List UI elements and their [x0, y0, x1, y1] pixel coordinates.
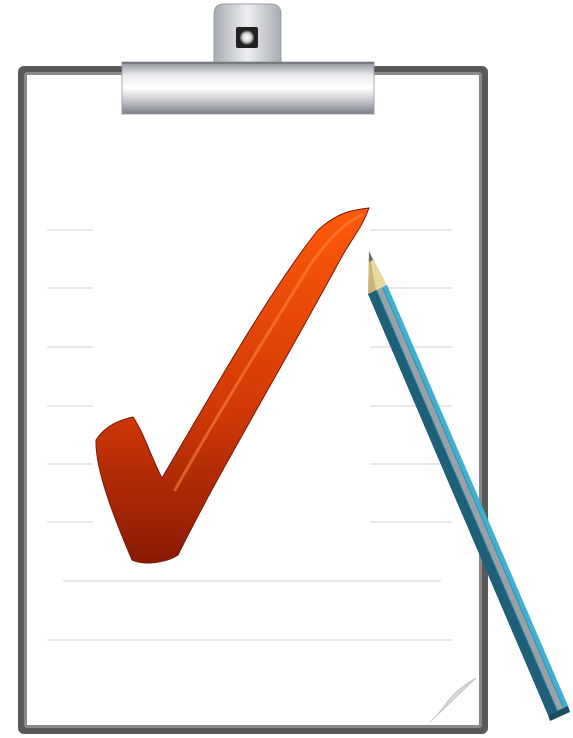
clipboard-icon	[18, 3, 570, 734]
clip-icon	[121, 3, 375, 115]
clipboard-illustration	[0, 0, 573, 738]
